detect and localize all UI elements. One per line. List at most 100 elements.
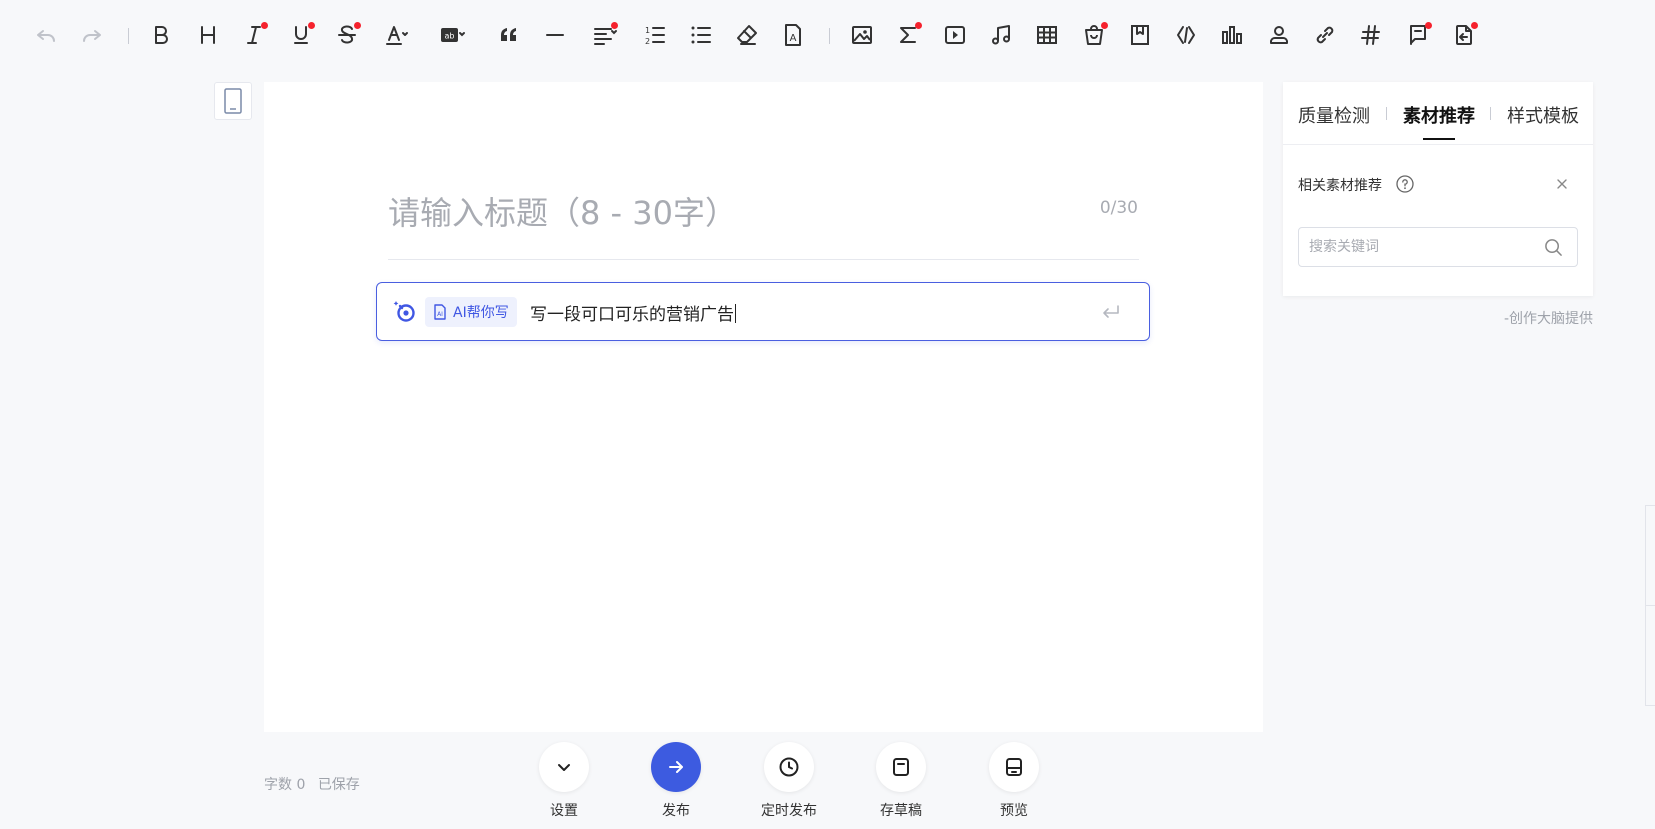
material-search-box xyxy=(1298,227,1578,267)
assistant-panel: 质量检测 素材推荐 样式模板 相关素材推荐 xyxy=(1283,82,1593,296)
bullet-list-icon xyxy=(691,26,711,44)
link-icon xyxy=(1316,26,1334,44)
insert-image-button[interactable] xyxy=(844,17,880,53)
image-icon xyxy=(852,26,872,44)
new-badge-dot xyxy=(308,22,315,29)
bold-button[interactable] xyxy=(143,17,179,53)
background-color-button[interactable]: ab xyxy=(434,17,470,53)
mobile-phone-icon xyxy=(224,88,242,114)
insert-flag-button[interactable] xyxy=(1400,17,1436,53)
edge-tick xyxy=(1645,505,1655,506)
format-painter-icon: A xyxy=(785,24,801,46)
underline-button[interactable] xyxy=(283,17,319,53)
bullet-list-button[interactable] xyxy=(683,17,719,53)
title-underline xyxy=(388,259,1139,260)
save-draft-button[interactable]: 存草稿 xyxy=(861,742,941,820)
editor-toolbar: ab 12 A xyxy=(0,0,1655,72)
insert-audio-button[interactable] xyxy=(983,17,1019,53)
ai-writing-input[interactable]: AI AI帮你写 写一段可口可乐的营销广告 xyxy=(376,282,1150,341)
enter-icon[interactable] xyxy=(1101,303,1121,321)
bold-icon xyxy=(155,26,168,44)
clear-format-button[interactable] xyxy=(729,17,765,53)
title-input[interactable] xyxy=(388,188,1068,238)
undo-button[interactable] xyxy=(28,17,64,53)
italic-button[interactable] xyxy=(236,17,272,53)
publish-label: 发布 xyxy=(662,803,690,819)
divider-icon xyxy=(546,34,564,36)
new-badge-dot xyxy=(354,22,361,29)
insert-user-card-button[interactable] xyxy=(1261,17,1297,53)
format-button[interactable]: A xyxy=(775,17,811,53)
music-icon xyxy=(992,25,1010,45)
section-title: 相关素材推荐 xyxy=(1298,178,1382,194)
save-draft-label: 存草稿 xyxy=(880,803,922,819)
heading-button[interactable] xyxy=(190,17,226,53)
tab-divider xyxy=(1386,107,1387,120)
help-icon[interactable] xyxy=(1396,175,1414,193)
new-badge-dot xyxy=(1101,22,1108,29)
tab-quality-check[interactable]: 质量检测 xyxy=(1298,102,1370,128)
insert-chart-button[interactable] xyxy=(1214,17,1250,53)
tab-style-templates[interactable]: 样式模板 xyxy=(1507,102,1579,128)
search-input[interactable] xyxy=(1309,228,1529,266)
code-icon xyxy=(1177,26,1195,44)
insert-formula-button[interactable] xyxy=(890,17,926,53)
preview-button[interactable]: 预览 xyxy=(974,742,1054,820)
settings-label: 设置 xyxy=(550,803,578,819)
tab-material-recommend[interactable]: 素材推荐 xyxy=(1403,102,1475,128)
new-badge-dot xyxy=(1425,22,1432,29)
video-icon xyxy=(945,26,965,44)
status-bar: 字数 0 已保存 xyxy=(264,774,368,794)
insert-topic-button[interactable] xyxy=(1353,17,1389,53)
publish-button[interactable]: 发布 xyxy=(636,742,716,820)
eraser-icon xyxy=(737,25,757,45)
redo-icon xyxy=(83,30,101,42)
export-button[interactable] xyxy=(1446,17,1482,53)
quote-button[interactable] xyxy=(491,17,527,53)
new-badge-dot xyxy=(611,22,618,29)
scheduled-publish-button[interactable]: 定时发布 xyxy=(749,742,829,820)
bar-chart-icon xyxy=(1222,26,1242,44)
table-icon xyxy=(1037,26,1057,44)
clock-icon xyxy=(779,757,799,777)
ai-doc-icon: AI xyxy=(434,304,446,320)
insert-link-button[interactable] xyxy=(1307,17,1343,53)
user-card-icon xyxy=(1270,26,1288,44)
ordered-list-button[interactable]: 12 xyxy=(637,17,673,53)
settings-button[interactable]: 设置 xyxy=(524,742,604,820)
new-badge-dot xyxy=(1471,22,1478,29)
strikethrough-button[interactable] xyxy=(329,17,365,53)
tab-divider xyxy=(1490,107,1491,120)
toolbar-divider xyxy=(128,28,129,44)
redo-button[interactable] xyxy=(74,17,110,53)
insert-bookmark-button[interactable] xyxy=(1122,17,1158,53)
settings-circle xyxy=(539,742,589,792)
svg-text:2: 2 xyxy=(645,37,650,46)
font-color-button[interactable] xyxy=(378,17,414,53)
hashtag-icon xyxy=(1361,25,1380,45)
provider-note: -创作大脑提供 xyxy=(1503,311,1593,327)
edge-tick xyxy=(1645,705,1655,706)
svg-text:ab: ab xyxy=(445,32,455,41)
insert-code-button[interactable] xyxy=(1168,17,1204,53)
close-icon[interactable] xyxy=(1555,177,1569,191)
mobile-preview-toggle[interactable] xyxy=(214,82,252,120)
active-tab-indicator xyxy=(1423,138,1455,140)
align-button[interactable] xyxy=(586,17,622,53)
undo-icon xyxy=(37,30,55,42)
font-color-icon xyxy=(386,26,408,45)
ai-write-chip[interactable]: AI AI帮你写 xyxy=(425,297,517,327)
search-icon[interactable] xyxy=(1544,238,1563,257)
insert-product-button[interactable] xyxy=(1076,17,1112,53)
divider-button[interactable] xyxy=(537,17,573,53)
heading-icon xyxy=(201,26,215,44)
svg-text:1: 1 xyxy=(645,26,650,35)
preview-circle xyxy=(989,742,1039,792)
editor-canvas xyxy=(264,82,1263,732)
edge-tick xyxy=(1645,605,1655,606)
chevron-down-icon xyxy=(558,764,570,771)
insert-table-button[interactable] xyxy=(1029,17,1065,53)
insert-video-button[interactable] xyxy=(937,17,973,53)
word-count: 字数 0 xyxy=(264,777,306,793)
new-badge-dot xyxy=(261,22,268,29)
